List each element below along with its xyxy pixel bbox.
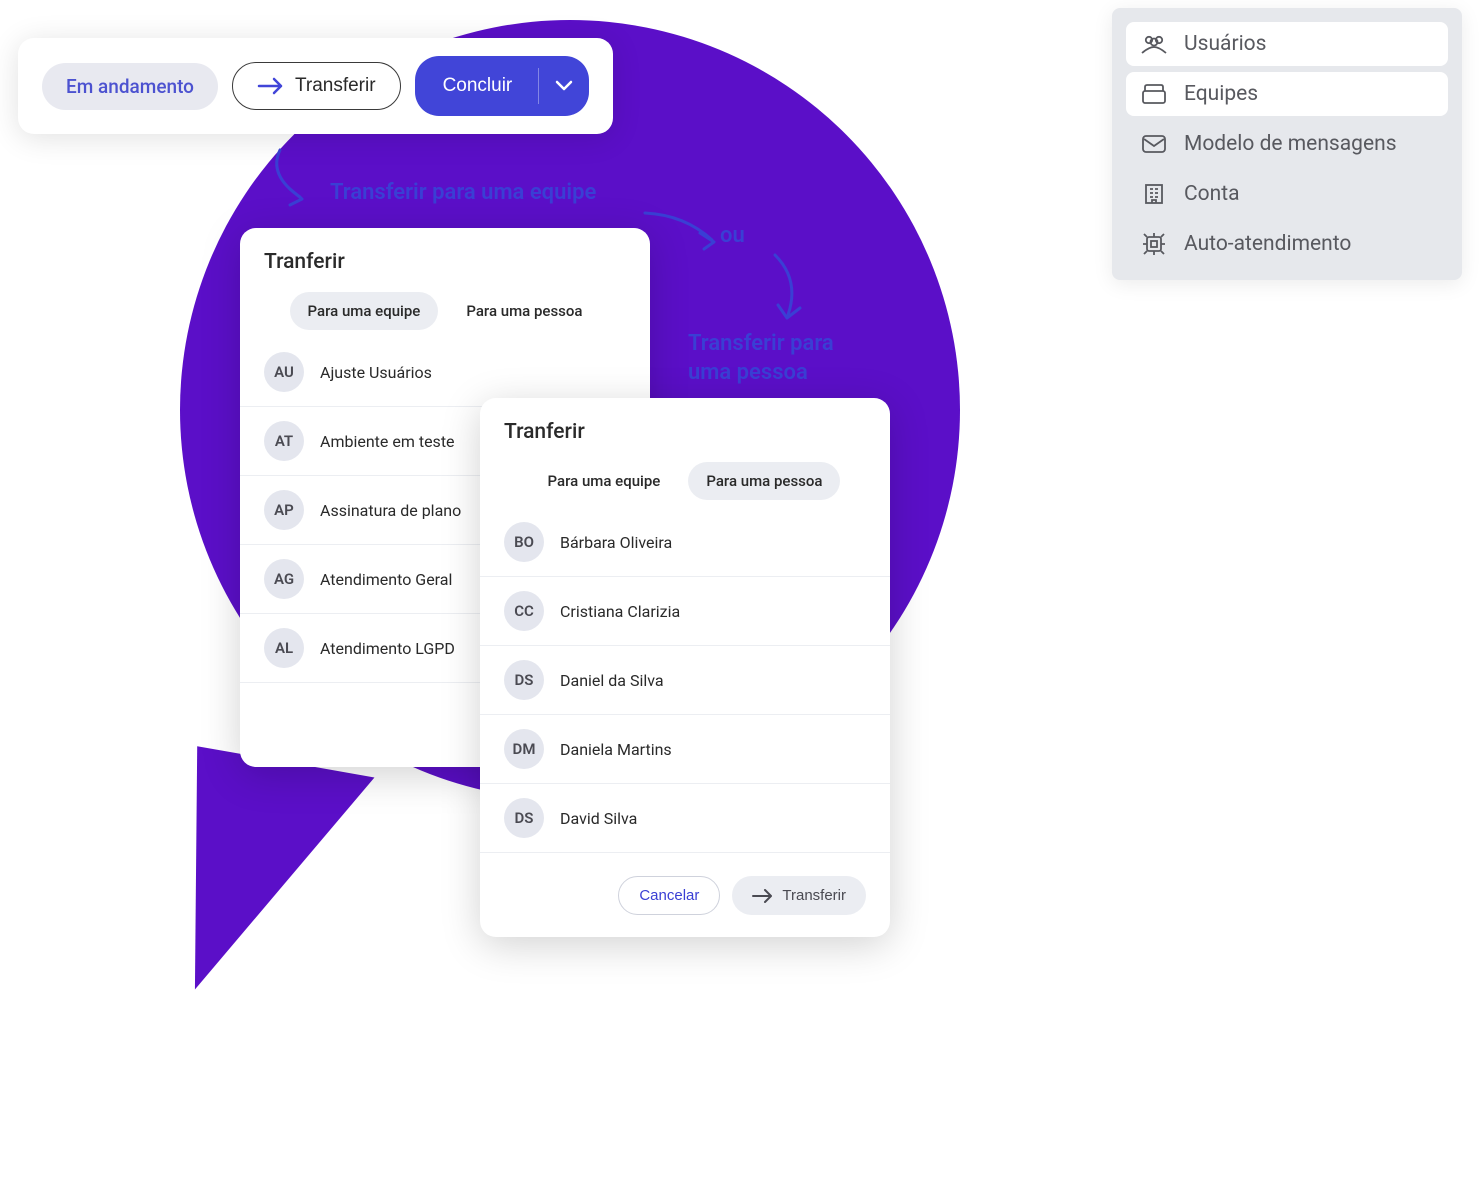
menu-label: Usuários bbox=[1184, 32, 1267, 56]
list-item[interactable]: DS David Silva bbox=[480, 784, 890, 853]
label-or: ou bbox=[720, 223, 745, 248]
conclude-button[interactable]: Concluir bbox=[415, 56, 590, 116]
menu-item-chip[interactable]: Auto-atendimento bbox=[1126, 222, 1448, 266]
arrow-to-or bbox=[640, 205, 730, 255]
item-label: Daniel da Silva bbox=[560, 671, 664, 690]
list-item[interactable]: AU Ajuste Usuários bbox=[240, 338, 650, 407]
dialog-title: Tranferir bbox=[240, 250, 650, 292]
decorative-bubble-tail bbox=[156, 746, 375, 1014]
menu-label: Auto-atendimento bbox=[1184, 232, 1351, 256]
menu-item-mail[interactable]: Modelo de mensagens bbox=[1126, 122, 1448, 166]
list-item[interactable]: BO Bárbara Oliveira bbox=[480, 508, 890, 577]
menu-item-building[interactable]: Conta bbox=[1126, 172, 1448, 216]
transfer-button[interactable]: Transferir bbox=[232, 62, 401, 110]
avatar: AG bbox=[264, 559, 304, 599]
cancel-button[interactable]: Cancelar bbox=[618, 876, 720, 915]
list-item[interactable]: DM Daniela Martins bbox=[480, 715, 890, 784]
avatar: BO bbox=[504, 522, 544, 562]
menu-label: Conta bbox=[1184, 182, 1240, 206]
conclude-dropdown[interactable] bbox=[538, 68, 589, 104]
mail-icon bbox=[1140, 132, 1168, 156]
avatar: AU bbox=[264, 352, 304, 392]
dialog-tabs: Para uma equipe Para uma pessoa bbox=[240, 292, 650, 338]
dialog-title: Tranferir bbox=[480, 420, 890, 462]
building-icon bbox=[1140, 182, 1168, 206]
transfer-confirm-button[interactable]: Transferir bbox=[732, 876, 866, 915]
label-transfer-team: Transferir para uma equipe bbox=[330, 180, 596, 205]
item-label: Ajuste Usuários bbox=[320, 363, 432, 382]
item-label: Bárbara Oliveira bbox=[560, 533, 672, 552]
status-label: Em andamento bbox=[66, 75, 194, 98]
arrow-right-icon bbox=[257, 77, 285, 95]
avatar: AL bbox=[264, 628, 304, 668]
item-label: Atendimento LGPD bbox=[320, 639, 455, 658]
action-bar: Em andamento Transferir Concluir bbox=[18, 38, 613, 134]
tab-team[interactable]: Para uma equipe bbox=[290, 292, 439, 330]
item-label: Cristiana Clarizia bbox=[560, 602, 680, 621]
avatar: CC bbox=[504, 591, 544, 631]
status-badge: Em andamento bbox=[42, 63, 218, 110]
avatar: AT bbox=[264, 421, 304, 461]
dialog-footer: Cancelar Transferir bbox=[480, 858, 890, 917]
dialog-tabs: Para uma equipe Para uma pessoa bbox=[480, 462, 890, 508]
conclude-label: Concluir bbox=[439, 75, 529, 97]
item-label: Atendimento Geral bbox=[320, 570, 452, 589]
settings-menu: Usuários Equipes Modelo de mensagens Conta A… bbox=[1112, 8, 1462, 280]
list-item[interactable]: CC Cristiana Clarizia bbox=[480, 577, 890, 646]
list-item[interactable]: FUFelipe - Userguiding bbox=[480, 853, 890, 858]
item-label: Assinatura de plano bbox=[320, 501, 461, 520]
menu-item-users[interactable]: Usuários bbox=[1126, 22, 1448, 66]
menu-label: Modelo de mensagens bbox=[1184, 132, 1397, 156]
transfer-person-dialog: Tranferir Para uma equipe Para uma pesso… bbox=[480, 398, 890, 937]
users-icon bbox=[1140, 32, 1168, 56]
box-icon bbox=[1140, 82, 1168, 106]
menu-label: Equipes bbox=[1184, 82, 1258, 106]
label-transfer-person: Transferir para uma pessoa bbox=[688, 330, 868, 387]
avatar: AP bbox=[264, 490, 304, 530]
chevron-down-icon bbox=[555, 80, 573, 92]
avatar: DM bbox=[504, 729, 544, 769]
tab-team[interactable]: Para uma equipe bbox=[530, 462, 679, 500]
list-item[interactable]: DS Daniel da Silva bbox=[480, 646, 890, 715]
menu-item-box[interactable]: Equipes bbox=[1126, 72, 1448, 116]
avatar: DS bbox=[504, 798, 544, 838]
avatar: DS bbox=[504, 660, 544, 700]
item-label: Daniela Martins bbox=[560, 740, 672, 759]
tab-person[interactable]: Para uma pessoa bbox=[448, 292, 600, 330]
arrow-to-person bbox=[760, 250, 820, 330]
tab-person[interactable]: Para uma pessoa bbox=[688, 462, 840, 500]
item-label: David Silva bbox=[560, 809, 637, 828]
chip-icon bbox=[1140, 232, 1168, 256]
item-label: Ambiente em teste bbox=[320, 432, 455, 451]
arrow-right-icon bbox=[752, 889, 774, 903]
transfer-confirm-label: Transferir bbox=[782, 887, 846, 904]
transfer-label: Transferir bbox=[295, 75, 376, 97]
arrow-to-team bbox=[260, 145, 340, 215]
person-list[interactable]: BO Bárbara Oliveira CC Cristiana Clarizia DS… bbox=[480, 508, 890, 858]
